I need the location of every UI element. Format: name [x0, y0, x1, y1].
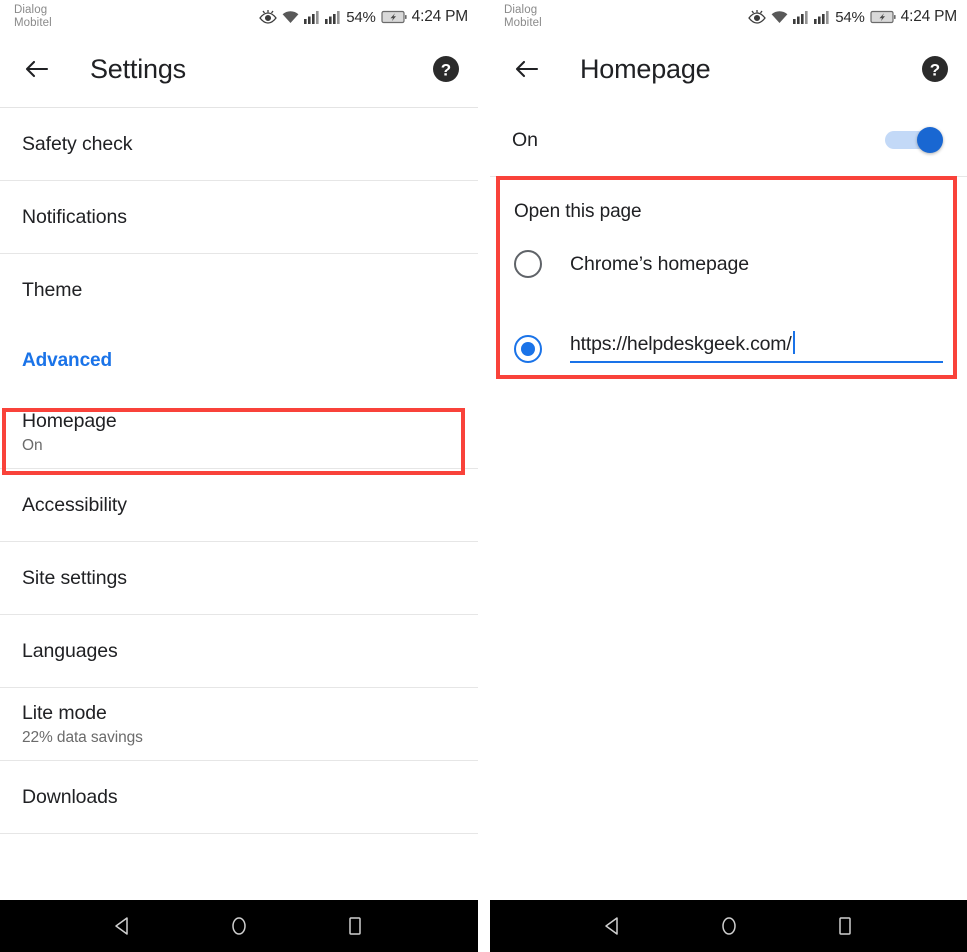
- battery-icon: [381, 10, 407, 24]
- open-this-page-section: Open this page Chrome’s homepage https:/…: [490, 177, 967, 363]
- page-title: Settings: [90, 53, 186, 84]
- homepage-app-bar: Homepage ?: [490, 34, 967, 104]
- switch-thumb: [917, 127, 943, 153]
- open-this-page-label: Open this page: [514, 201, 642, 222]
- url-input-value: https://helpdeskgeek.com/: [570, 333, 792, 355]
- battery-icon: [870, 10, 896, 24]
- row-title: Lite mode: [22, 701, 107, 724]
- svg-text:?: ?: [930, 61, 940, 80]
- battery-percent: 54%: [835, 8, 865, 26]
- carrier-line-1: Dialog: [504, 4, 538, 16]
- status-clock: 4:24 PM: [900, 8, 958, 25]
- row-title: Accessibility: [22, 493, 127, 516]
- status-clock: 4:24 PM: [411, 8, 469, 25]
- home-circle-icon[interactable]: [717, 914, 741, 938]
- row-subtitle: 22% data savings: [22, 728, 143, 746]
- panel-separator: [478, 0, 490, 952]
- status-bar-right: Dialog Mobitel 54% 4:24 PM: [490, 0, 967, 34]
- settings-row-lite-mode[interactable]: Lite mode 22% data savings: [0, 688, 478, 760]
- homepage-toggle-row[interactable]: On: [490, 104, 967, 176]
- help-icon[interactable]: ?: [921, 55, 949, 83]
- settings-row-downloads[interactable]: Downloads: [0, 761, 478, 833]
- back-triangle-icon[interactable]: [111, 914, 135, 938]
- signal-icon: [793, 10, 809, 24]
- radio-button-unselected-icon[interactable]: [514, 250, 542, 278]
- settings-row-languages[interactable]: Languages: [0, 615, 478, 687]
- home-circle-icon[interactable]: [227, 914, 251, 938]
- row-title: Safety check: [22, 132, 133, 155]
- row-title: Site settings: [22, 566, 127, 589]
- toggle-label: On: [512, 128, 539, 151]
- settings-row-accessibility[interactable]: Accessibility: [0, 469, 478, 541]
- homepage-url-input[interactable]: https://helpdeskgeek.com/: [570, 327, 943, 363]
- signal-icon: [325, 10, 341, 24]
- radio-button-selected-icon[interactable]: [514, 335, 542, 363]
- signal-icon: [814, 10, 830, 24]
- recents-square-icon[interactable]: [833, 914, 857, 938]
- homepage-screen: Dialog Mobitel 54% 4:24 PM Homepage ? On…: [490, 0, 967, 952]
- carrier-name: Dialog Mobitel: [504, 4, 542, 30]
- settings-list: Safety check Notifications Theme Advance…: [0, 108, 478, 834]
- row-title: Notifications: [22, 205, 127, 228]
- back-triangle-icon[interactable]: [601, 914, 625, 938]
- radio-option-custom-url[interactable]: https://helpdeskgeek.com/: [490, 301, 967, 363]
- wifi-icon: [771, 10, 788, 24]
- carrier-line-2: Mobitel: [14, 17, 52, 29]
- settings-row-notifications[interactable]: Notifications: [0, 181, 478, 253]
- wifi-icon: [282, 10, 299, 24]
- settings-section-advanced: Advanced: [0, 326, 478, 396]
- status-icons: 54% 4:24 PM: [259, 8, 468, 26]
- status-icons: 54% 4:24 PM: [748, 8, 957, 26]
- settings-row-safety-check[interactable]: Safety check: [0, 108, 478, 180]
- homepage-toggle-switch[interactable]: [885, 127, 943, 153]
- settings-row-site-settings[interactable]: Site settings: [0, 542, 478, 614]
- radio-option-label: Chrome’s homepage: [570, 252, 749, 275]
- status-bar-left: Dialog Mobitel 54% 4:24 PM: [0, 0, 478, 34]
- carrier-line-2: Mobitel: [504, 17, 542, 29]
- carrier-line-1: Dialog: [14, 4, 48, 16]
- help-icon[interactable]: ?: [432, 55, 460, 83]
- carrier-name: Dialog Mobitel: [14, 4, 52, 30]
- row-subtitle: On: [22, 436, 43, 454]
- page-title: Homepage: [580, 53, 711, 84]
- list-divider: [0, 833, 478, 834]
- battery-percent: 54%: [346, 8, 376, 26]
- dual-screenshot-container: Dialog Mobitel 54% 4:24 PM Settings ? Sa…: [0, 0, 967, 952]
- signal-icon: [304, 10, 320, 24]
- radio-option-chrome-homepage[interactable]: Chrome’s homepage: [490, 233, 967, 295]
- row-title: Languages: [22, 639, 118, 662]
- settings-app-bar: Settings ?: [0, 34, 478, 104]
- settings-row-theme[interactable]: Theme: [0, 254, 478, 326]
- eye-care-icon: [259, 10, 278, 24]
- android-nav-bar-right: [490, 900, 967, 952]
- text-caret: [792, 331, 795, 354]
- recents-square-icon[interactable]: [343, 914, 367, 938]
- back-arrow-icon[interactable]: [22, 54, 52, 84]
- settings-row-homepage[interactable]: Homepage On: [0, 396, 478, 468]
- android-nav-bar-left: [0, 900, 478, 952]
- svg-text:?: ?: [441, 61, 451, 80]
- row-title: Downloads: [22, 785, 118, 808]
- row-title: Homepage: [22, 409, 117, 432]
- back-arrow-icon[interactable]: [512, 54, 542, 84]
- eye-care-icon: [748, 10, 767, 24]
- settings-screen: Dialog Mobitel 54% 4:24 PM Settings ? Sa…: [0, 0, 478, 952]
- row-title: Theme: [22, 278, 83, 301]
- section-title: Advanced: [22, 350, 113, 371]
